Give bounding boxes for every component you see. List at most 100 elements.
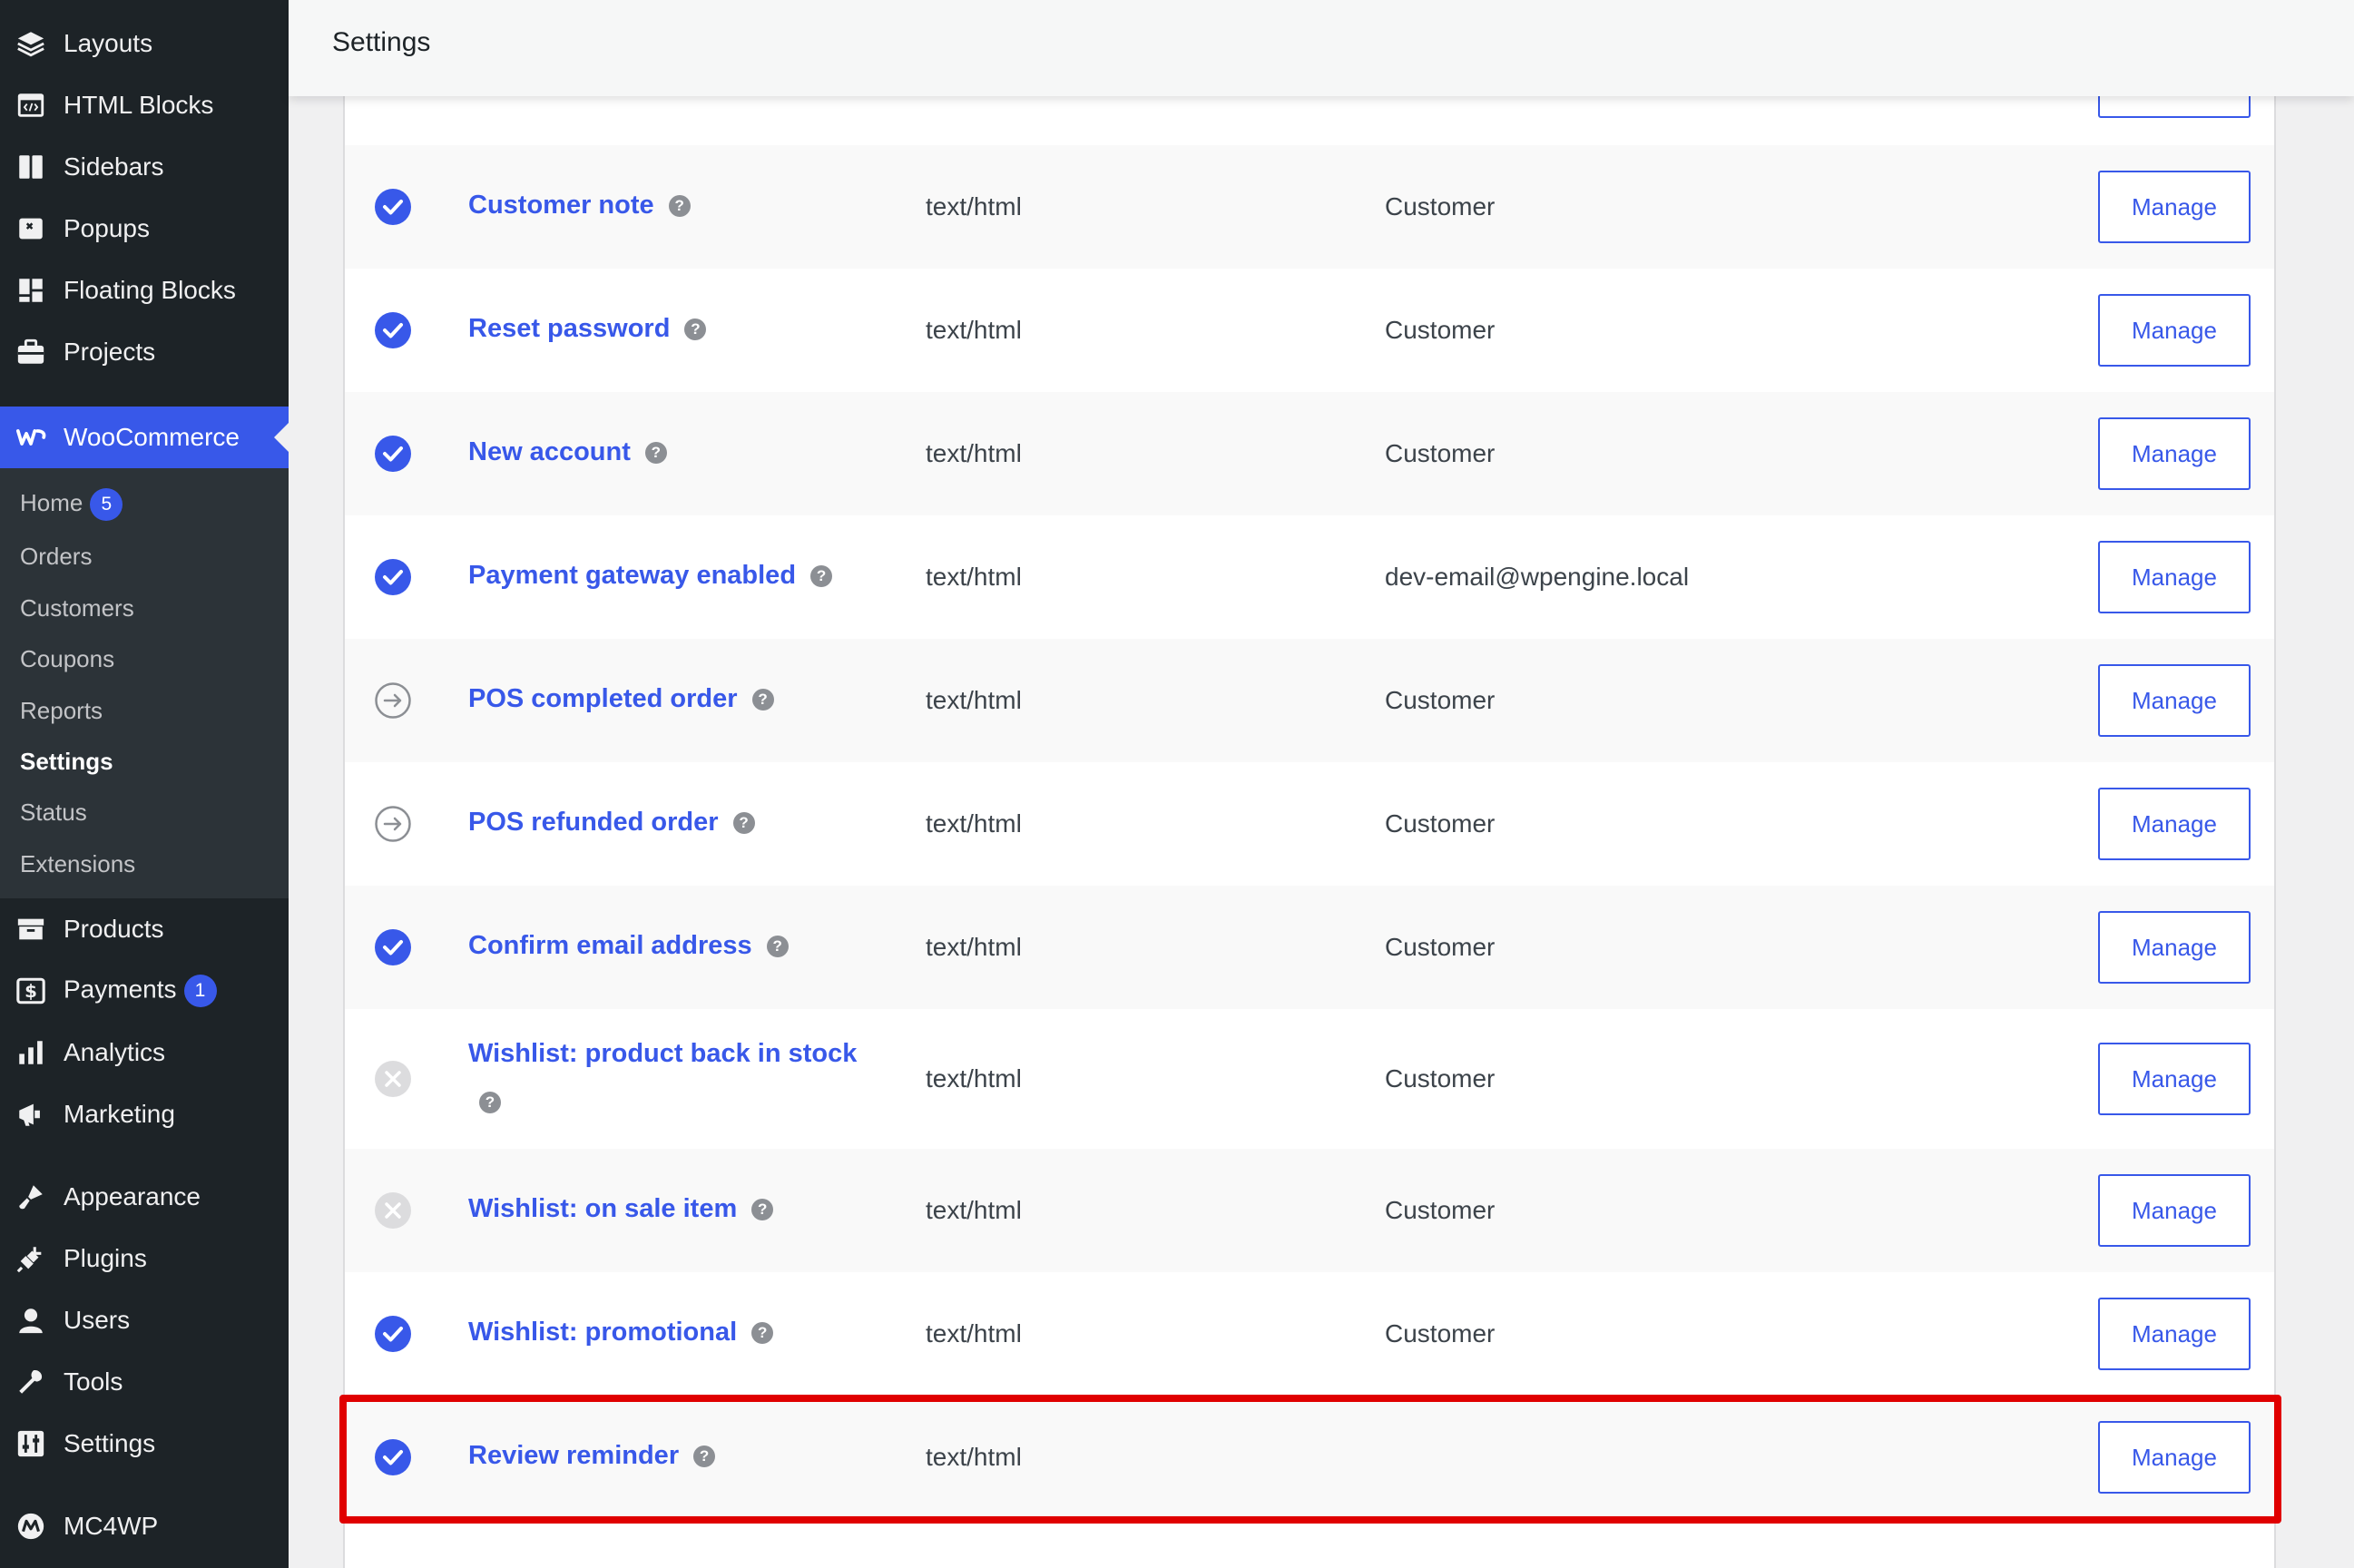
menu-item-tools[interactable]: Tools	[0, 1355, 289, 1409]
menu-item-appearance[interactable]: Appearance	[0, 1170, 289, 1224]
menu-item-sidebars[interactable]: Sidebars	[0, 140, 289, 194]
email-title-link[interactable]: POS refunded order?	[468, 808, 755, 838]
menu-item-projects[interactable]: Projects	[0, 325, 289, 379]
help-tip-icon[interactable]: ?	[732, 812, 755, 835]
submenu-item-orders[interactable]: Orders	[20, 543, 92, 571]
recipient-cell: Customer	[1385, 316, 1496, 344]
menu-label: Settings	[64, 1429, 156, 1457]
help-tip-icon[interactable]: ?	[766, 936, 789, 958]
payments-icon: $	[15, 975, 47, 1007]
help-tip-icon[interactable]: ?	[684, 318, 707, 341]
highlight-box	[339, 1395, 2281, 1524]
plug-icon	[15, 1242, 47, 1275]
help-tip-icon[interactable]: ?	[751, 689, 774, 711]
email-title-text: Wishlist: product back in stock	[468, 1039, 858, 1068]
page-title: Settings	[332, 27, 431, 57]
menu-item-mc4wp[interactable]: MC4WP	[0, 1499, 289, 1553]
status-enabled-check-icon	[374, 188, 412, 226]
menu-item-layouts[interactable]: Layouts	[0, 16, 289, 71]
menu-item-products[interactable]: Products	[0, 902, 289, 956]
menu-item-users[interactable]: Users	[0, 1293, 289, 1348]
status-disabled-x-icon	[374, 1191, 412, 1230]
recipient-cell: Customer	[1385, 809, 1496, 838]
email-title-link[interactable]: Confirm email address?	[468, 931, 789, 961]
help-tip-icon[interactable]: ?	[810, 565, 833, 588]
submenu-item-status[interactable]: Status	[20, 799, 87, 827]
content-type-cell: text/html	[926, 439, 1022, 467]
email-title-link[interactable]: Wishlist: promotional?	[468, 1318, 774, 1348]
email-title-link[interactable]: POS completed order?	[468, 684, 774, 714]
recipient-cell: Customer	[1385, 1064, 1496, 1093]
help-tip-icon[interactable]: ?	[479, 1092, 501, 1113]
help-tip-icon[interactable]: ?	[668, 195, 691, 218]
menu-item-settings[interactable]: Settings	[0, 1416, 289, 1471]
email-title-link[interactable]: Reset password?	[468, 314, 707, 344]
email-title-text: Wishlist: promotional	[468, 1318, 738, 1347]
status-enabled-check-icon	[374, 928, 412, 966]
menu-item-popups[interactable]: Popups	[0, 201, 289, 256]
content-type-cell: text/html	[926, 1319, 1022, 1348]
menu-item-analytics[interactable]: Analytics	[0, 1025, 289, 1080]
status-manual-arrow-icon	[374, 805, 412, 843]
submenu-item-home[interactable]: Home 5	[20, 488, 123, 521]
email-title-text: Customer note	[468, 191, 654, 220]
manage-button[interactable]: Manage	[2098, 788, 2251, 860]
table-row: Wishlist: promotional? text/html Customer M…	[345, 1272, 2274, 1396]
menu-label: Layouts	[64, 29, 153, 57]
menu-label: Projects	[64, 338, 156, 366]
manage-button[interactable]: Manage	[2098, 1174, 2251, 1247]
menu-label: WooCommerce	[64, 423, 240, 451]
manage-button[interactable]: Manage	[2098, 171, 2251, 243]
table-row: Customer note? text/html Customer Manage	[345, 145, 2274, 269]
sidebar-icon	[15, 151, 47, 183]
menu-item-html-blocks[interactable]: HTML Blocks	[0, 78, 289, 132]
submenu-item-coupons[interactable]: Coupons	[20, 645, 114, 673]
wrench-icon	[15, 1366, 47, 1398]
menu-label: MC4WP	[64, 1512, 159, 1540]
content-type-cell: text/html	[926, 933, 1022, 961]
svg-text:$: $	[25, 981, 37, 1002]
submenu-item-settings[interactable]: Settings	[20, 748, 113, 776]
email-title-link[interactable]: Wishlist: on sale item?	[468, 1194, 774, 1224]
email-title-link[interactable]: Payment gateway enabled?	[468, 561, 833, 591]
manage-button[interactable]: Manage	[2098, 911, 2251, 984]
manage-button[interactable]: Manage	[2098, 1298, 2251, 1370]
menu-label: Sidebars	[64, 152, 164, 181]
help-tip-icon[interactable]: ?	[644, 442, 667, 465]
help-tip-icon[interactable]: ?	[751, 1199, 774, 1221]
table-row: New account? text/html Customer Manage	[345, 392, 2274, 515]
email-title-link[interactable]: New account?	[468, 437, 667, 467]
recipient-cell: dev-email@wpengine.local	[1385, 563, 1690, 591]
manage-button[interactable]: Manage	[2098, 417, 2251, 490]
table-row: POS refunded order? text/html Customer Mana…	[345, 762, 2274, 886]
menu-label: Floating Blocks	[64, 276, 236, 304]
menu-item-plugins[interactable]: Plugins	[0, 1231, 289, 1286]
manage-button[interactable]: Manage	[2098, 664, 2251, 737]
manage-button[interactable]: Manage	[2098, 294, 2251, 367]
page-header: Settings	[289, 0, 2354, 96]
email-title-text: Payment gateway enabled	[468, 561, 797, 590]
menu-item-payments[interactable]: $ Payments 1	[0, 964, 289, 1018]
menu-item-floating-blocks[interactable]: Floating Blocks	[0, 263, 289, 318]
recipient-cell: Customer	[1385, 439, 1496, 467]
menu-label: Marketing	[64, 1100, 175, 1128]
submenu-item-reports[interactable]: Reports	[20, 697, 103, 725]
table-row: Payment gateway enabled? text/html dev-ema…	[345, 515, 2274, 639]
user-icon	[15, 1304, 47, 1337]
submenu-item-extensions[interactable]: Extensions	[20, 850, 135, 878]
menu-item-woocommerce[interactable]: WooCommerce	[0, 407, 289, 468]
menu-item-marketing[interactable]: Marketing	[0, 1087, 289, 1142]
content-type-cell: text/html	[926, 1196, 1022, 1224]
popup-icon	[15, 212, 47, 245]
email-title-text: POS completed order	[468, 684, 738, 713]
current-menu-arrow	[274, 423, 289, 452]
content-type-cell: text/html	[926, 192, 1022, 220]
email-title-link[interactable]: Wishlist: product back in stock	[468, 1039, 857, 1069]
recipient-cell: Customer	[1385, 192, 1496, 220]
email-title-link[interactable]: Customer note?	[468, 191, 691, 220]
help-tip-icon[interactable]: ?	[751, 1322, 774, 1345]
submenu-item-customers[interactable]: Customers	[20, 594, 134, 622]
manage-button[interactable]: Manage	[2098, 541, 2251, 613]
manage-button[interactable]: Manage	[2098, 1043, 2251, 1115]
mc4wp-icon	[15, 1510, 47, 1543]
